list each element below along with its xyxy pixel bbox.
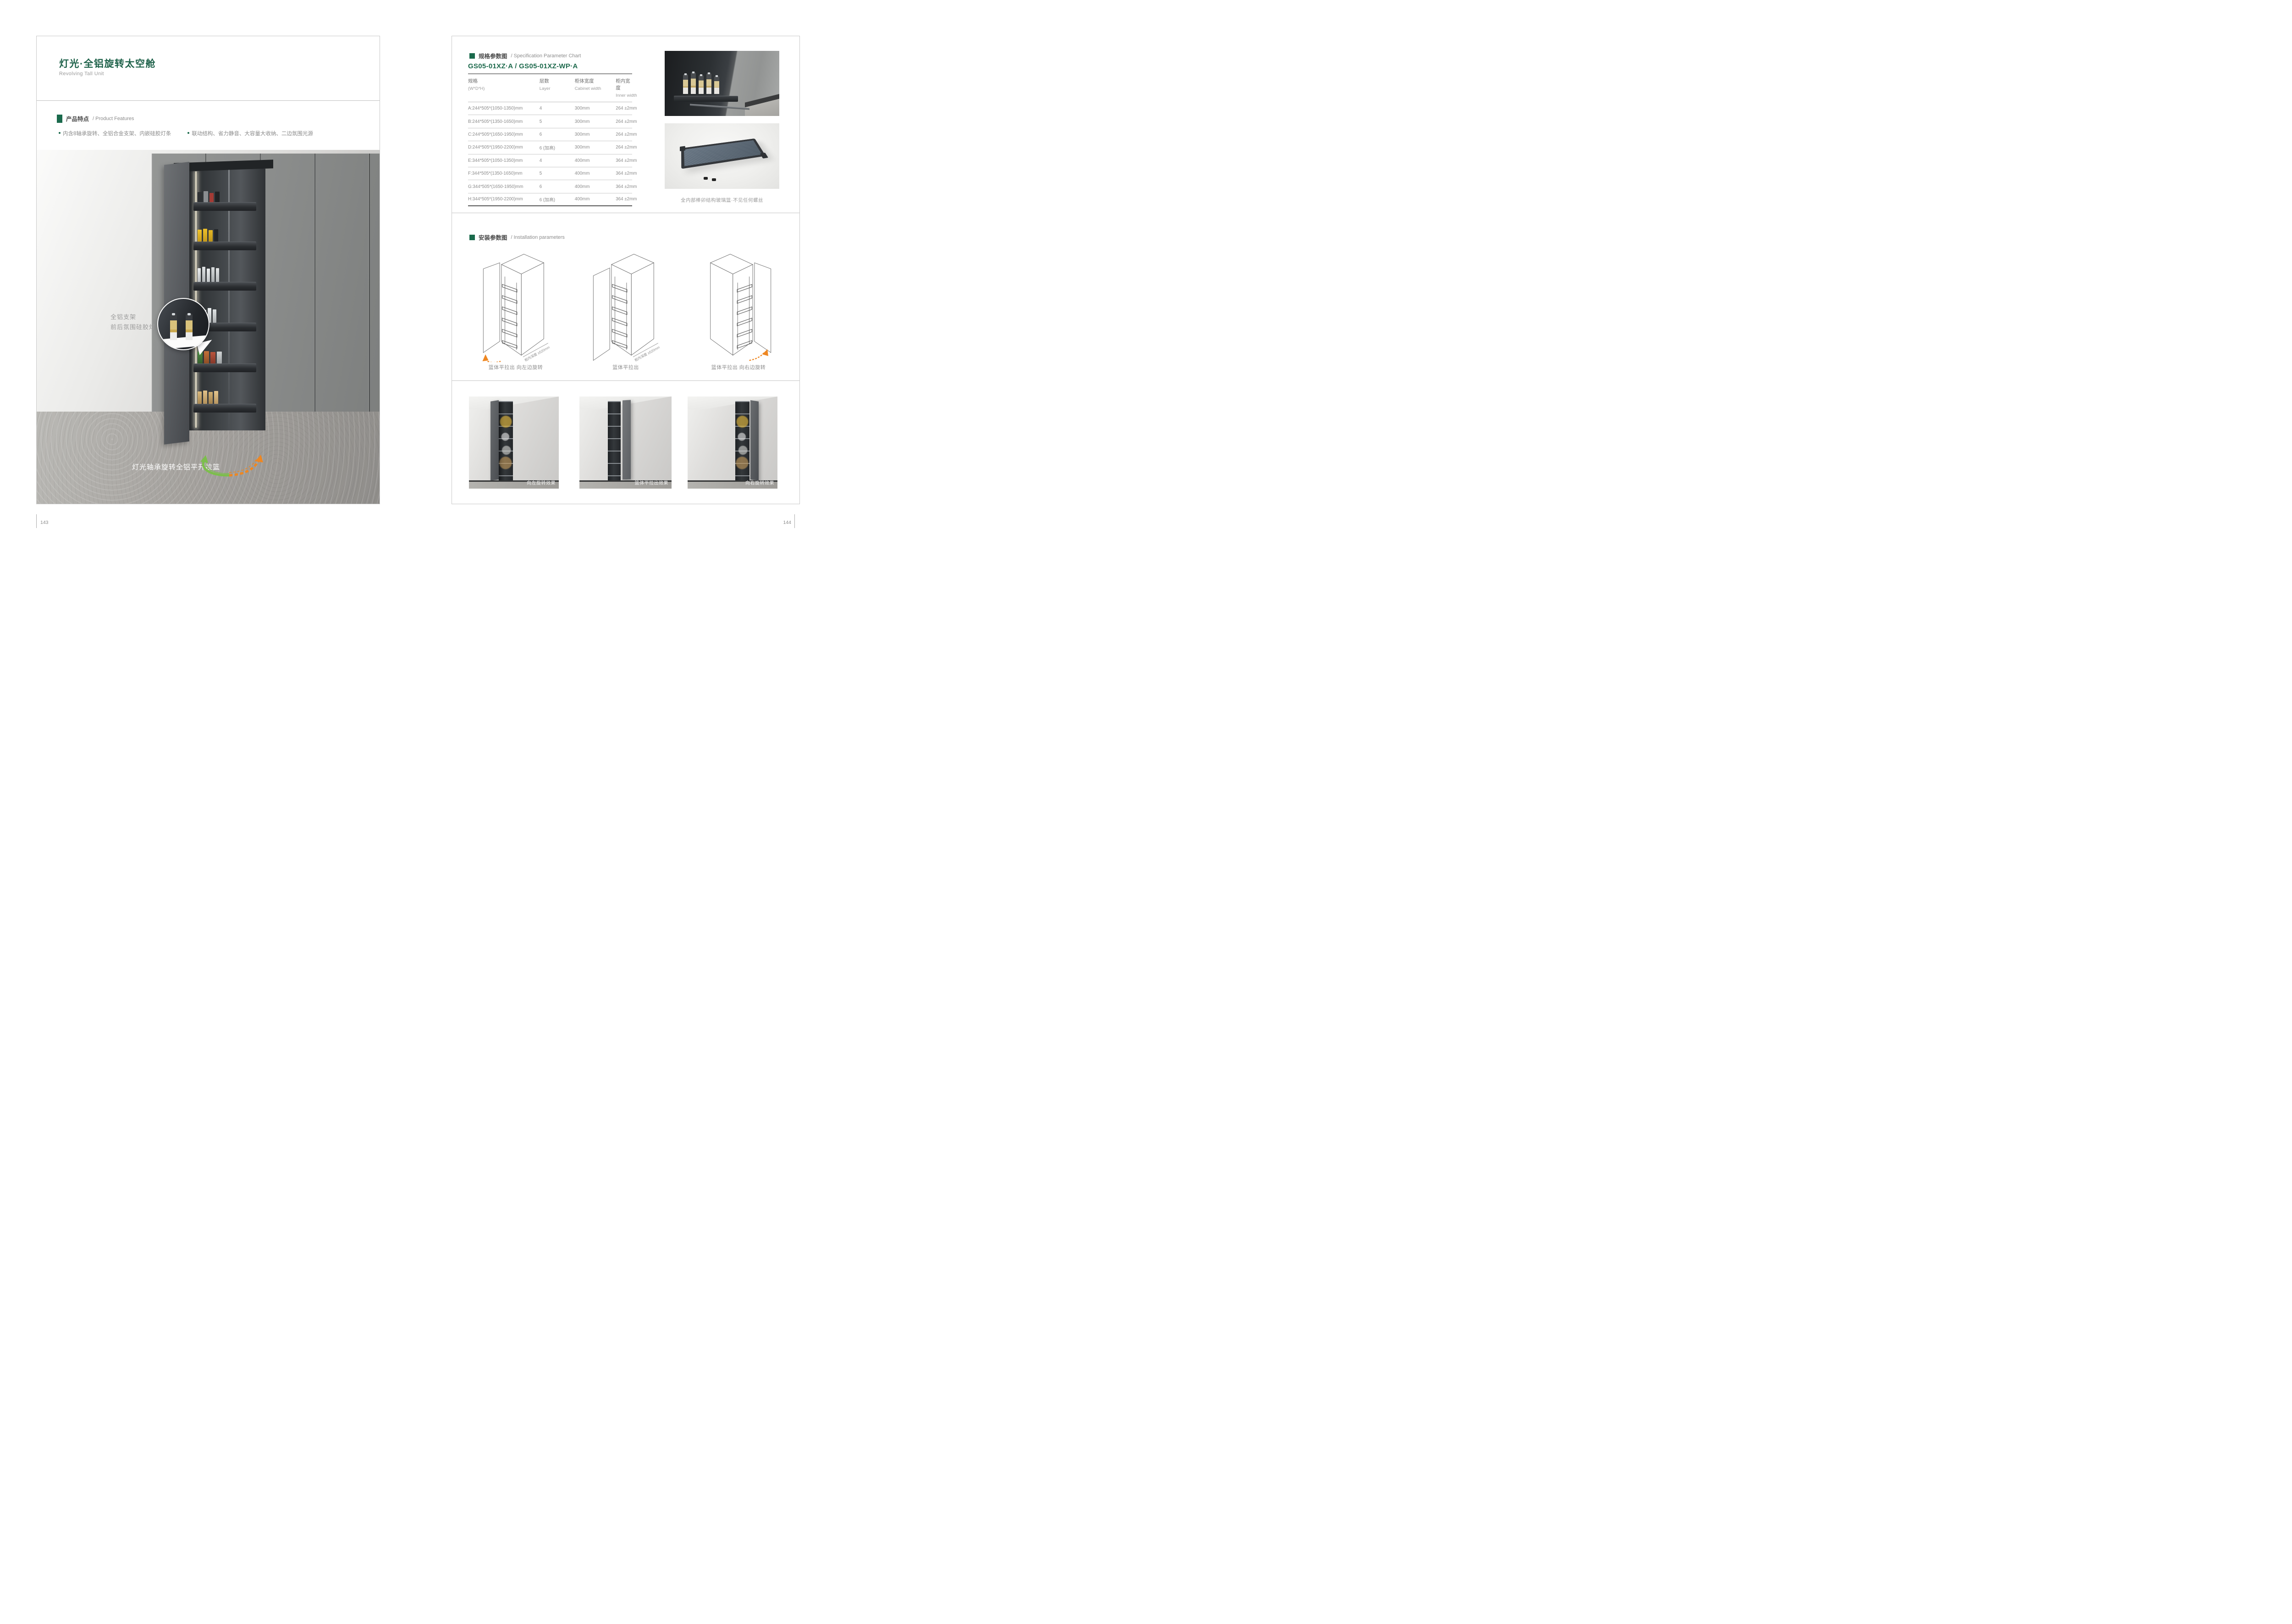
install-heading-en: / Installation parameters bbox=[511, 235, 565, 240]
callout-circle bbox=[157, 298, 209, 350]
table-header-row: 规格(W*D*H) 层数Layer 柜体宽度Cabinet width 柜内宽度… bbox=[468, 73, 632, 102]
feature-item: 联动结构、省力静音、大容量大收纳、二边氛围光源 bbox=[187, 130, 313, 137]
open-door-panel bbox=[750, 400, 759, 481]
pageno-rule bbox=[794, 514, 795, 528]
spec-table: 规格(W*D*H) 层数Layer 柜体宽度Cabinet width 柜内宽度… bbox=[468, 73, 632, 206]
basket-level bbox=[193, 184, 256, 211]
feature-item-text: 内含8轴承旋转、全铝合金支架、内嵌硅胶灯条 bbox=[63, 130, 171, 137]
table-header-cell: 柜体宽度Cabinet width bbox=[575, 77, 616, 98]
effect-photo-rotate-right: 向右旋转效果 bbox=[688, 396, 777, 489]
pageno-rule bbox=[36, 514, 37, 528]
catalog-spread: 灯光·全铝旋转太空舱 Revolving Tall Unit 产品特点 / Pr… bbox=[0, 0, 830, 541]
right-page: 规格参数图 / Specification Parameter Chart GS… bbox=[452, 36, 800, 504]
diagram-caption: 篮体平拉出 向右边旋转 bbox=[683, 363, 793, 371]
bullet-icon bbox=[59, 132, 61, 134]
pullout-unit bbox=[735, 401, 749, 480]
title-divider bbox=[37, 100, 380, 101]
feature-item: 内含8轴承旋转、全铝合金支架、内嵌硅胶灯条 bbox=[59, 130, 171, 137]
table-row: G:344*505*(1650-1950)mm6400mm364 ±2mm bbox=[468, 180, 632, 193]
table-row: D:244*505*(1950-2200)mm6 (加高)300mm264 ±2… bbox=[468, 141, 632, 154]
effect-photo-pullout: 篮体平拉出效果 bbox=[579, 396, 672, 489]
ceiling bbox=[688, 396, 777, 409]
callout-label: 前后氛围硅胶灯 bbox=[110, 322, 155, 331]
slide-rail bbox=[690, 104, 749, 110]
rotate-arrows-icon bbox=[197, 454, 266, 479]
table-header-cell: 规格(W*D*H) bbox=[468, 77, 540, 98]
basket-tray bbox=[674, 96, 738, 102]
table-row: B:244*505*(1350-1650)mm5300mm264 ±2mm bbox=[468, 115, 632, 128]
table-row: F:344*505*(1350-1650)mm5400mm364 ±2mm bbox=[468, 167, 632, 180]
basket-level bbox=[193, 224, 256, 250]
rotate-left-arrow-icon bbox=[482, 354, 501, 362]
glass-basket-tray bbox=[681, 138, 765, 169]
table-row: H:344*505*(1950-2200)mm6 (加高)400mm364 ±2… bbox=[468, 193, 632, 206]
spec-heading: 规格参数图 / Specification Parameter Chart bbox=[469, 51, 581, 60]
effect-caption: 向右旋转效果 bbox=[745, 479, 774, 486]
basket-level bbox=[193, 264, 256, 291]
effect-caption: 向左旋转效果 bbox=[527, 479, 556, 486]
detail-photo-basket-bottles bbox=[665, 51, 779, 116]
pullout-unit bbox=[608, 401, 621, 480]
basket-level bbox=[193, 386, 256, 413]
clip-part bbox=[712, 178, 716, 181]
bottle-row bbox=[683, 72, 719, 94]
table-row: C:244*505*(1650-1950)mm6300mm264 ±2mm bbox=[468, 128, 632, 141]
table-header-cell: 柜内宽度Inner width bbox=[616, 77, 632, 98]
install-diagram-left-rotate: 柜内深度 ≥520mm bbox=[472, 250, 559, 362]
table-row: E:344*505*(1050-1350)mm4400mm364 ±2mm bbox=[468, 154, 632, 167]
pullout-unit bbox=[499, 401, 513, 480]
page-subtitle: Revolving Tall Unit bbox=[59, 71, 104, 77]
open-door-panel bbox=[623, 400, 631, 480]
spec-heading-zh: 规格参数图 bbox=[479, 51, 507, 60]
open-door-panel bbox=[490, 400, 499, 481]
cabinet-fronts bbox=[469, 401, 559, 481]
install-diagram-right-rotate bbox=[695, 250, 782, 362]
section-marker-icon bbox=[469, 235, 475, 240]
page-title: 灯光·全铝旋转太空舱 bbox=[59, 56, 156, 70]
rotate-right-arrow-icon bbox=[749, 349, 768, 361]
detail-photo-glass-basket bbox=[665, 123, 779, 189]
diagram-caption: 篮体平拉出 bbox=[571, 363, 681, 371]
features-heading-en: / Product Features bbox=[93, 116, 134, 121]
clip-part bbox=[704, 177, 708, 180]
page-number-left: 143 bbox=[40, 520, 49, 525]
features-heading: 产品特点 / Product Features bbox=[57, 114, 134, 123]
ceiling bbox=[469, 396, 559, 409]
install-heading-zh: 安装参数图 bbox=[479, 233, 507, 242]
table-row: A:244*505*(1050-1350)mm4300mm264 ±2mm bbox=[468, 102, 632, 115]
left-page: 灯光·全铝旋转太空舱 Revolving Tall Unit 产品特点 / Pr… bbox=[36, 36, 380, 504]
bottle-icon bbox=[186, 314, 193, 340]
features-heading-zh: 产品特点 bbox=[66, 114, 89, 123]
pullout-unit bbox=[188, 169, 265, 430]
feature-item-text: 联动结构、省力静音、大容量大收纳、二边氛围光源 bbox=[192, 130, 313, 137]
model-number: GS05-01XZ·A / GS05-01XZ-WP·A bbox=[468, 62, 578, 70]
wall-floor bbox=[745, 94, 779, 116]
bottle-icon bbox=[170, 314, 177, 340]
section-marker-icon bbox=[57, 115, 62, 123]
bullet-icon bbox=[187, 132, 189, 134]
main-product-photo: 全铝支架 前后氛围硅胶灯 灯光轴承旋转全铝平开拉篮 bbox=[37, 150, 380, 504]
install-diagram-pullout: 柜内深度 ≥520mm bbox=[582, 250, 669, 362]
detail-photo-caption: 全内部棒卯结构玻璃篮·不见任何螺丝 bbox=[665, 197, 779, 204]
spec-heading-en: / Specification Parameter Chart bbox=[511, 53, 581, 59]
install-heading: 安装参数图 / Installation parameters bbox=[469, 233, 565, 242]
section-divider bbox=[452, 380, 799, 381]
diagram-caption: 篮体平拉出 向左边旋转 bbox=[461, 363, 571, 371]
callout-label: 全铝支架 bbox=[110, 312, 136, 321]
effect-caption: 篮体平拉出效果 bbox=[635, 479, 669, 486]
feature-list: 内含8轴承旋转、全铝合金支架、内嵌硅胶灯条 联动结构、省力静音、大容量大收纳、二… bbox=[59, 130, 361, 137]
table-header-cell: 层数Layer bbox=[540, 77, 575, 98]
cabinet-fronts bbox=[688, 401, 777, 481]
page-number-right: 144 bbox=[778, 520, 791, 525]
section-marker-icon bbox=[469, 53, 475, 59]
effect-photo-rotate-left: 向左旋转效果 bbox=[469, 396, 559, 489]
